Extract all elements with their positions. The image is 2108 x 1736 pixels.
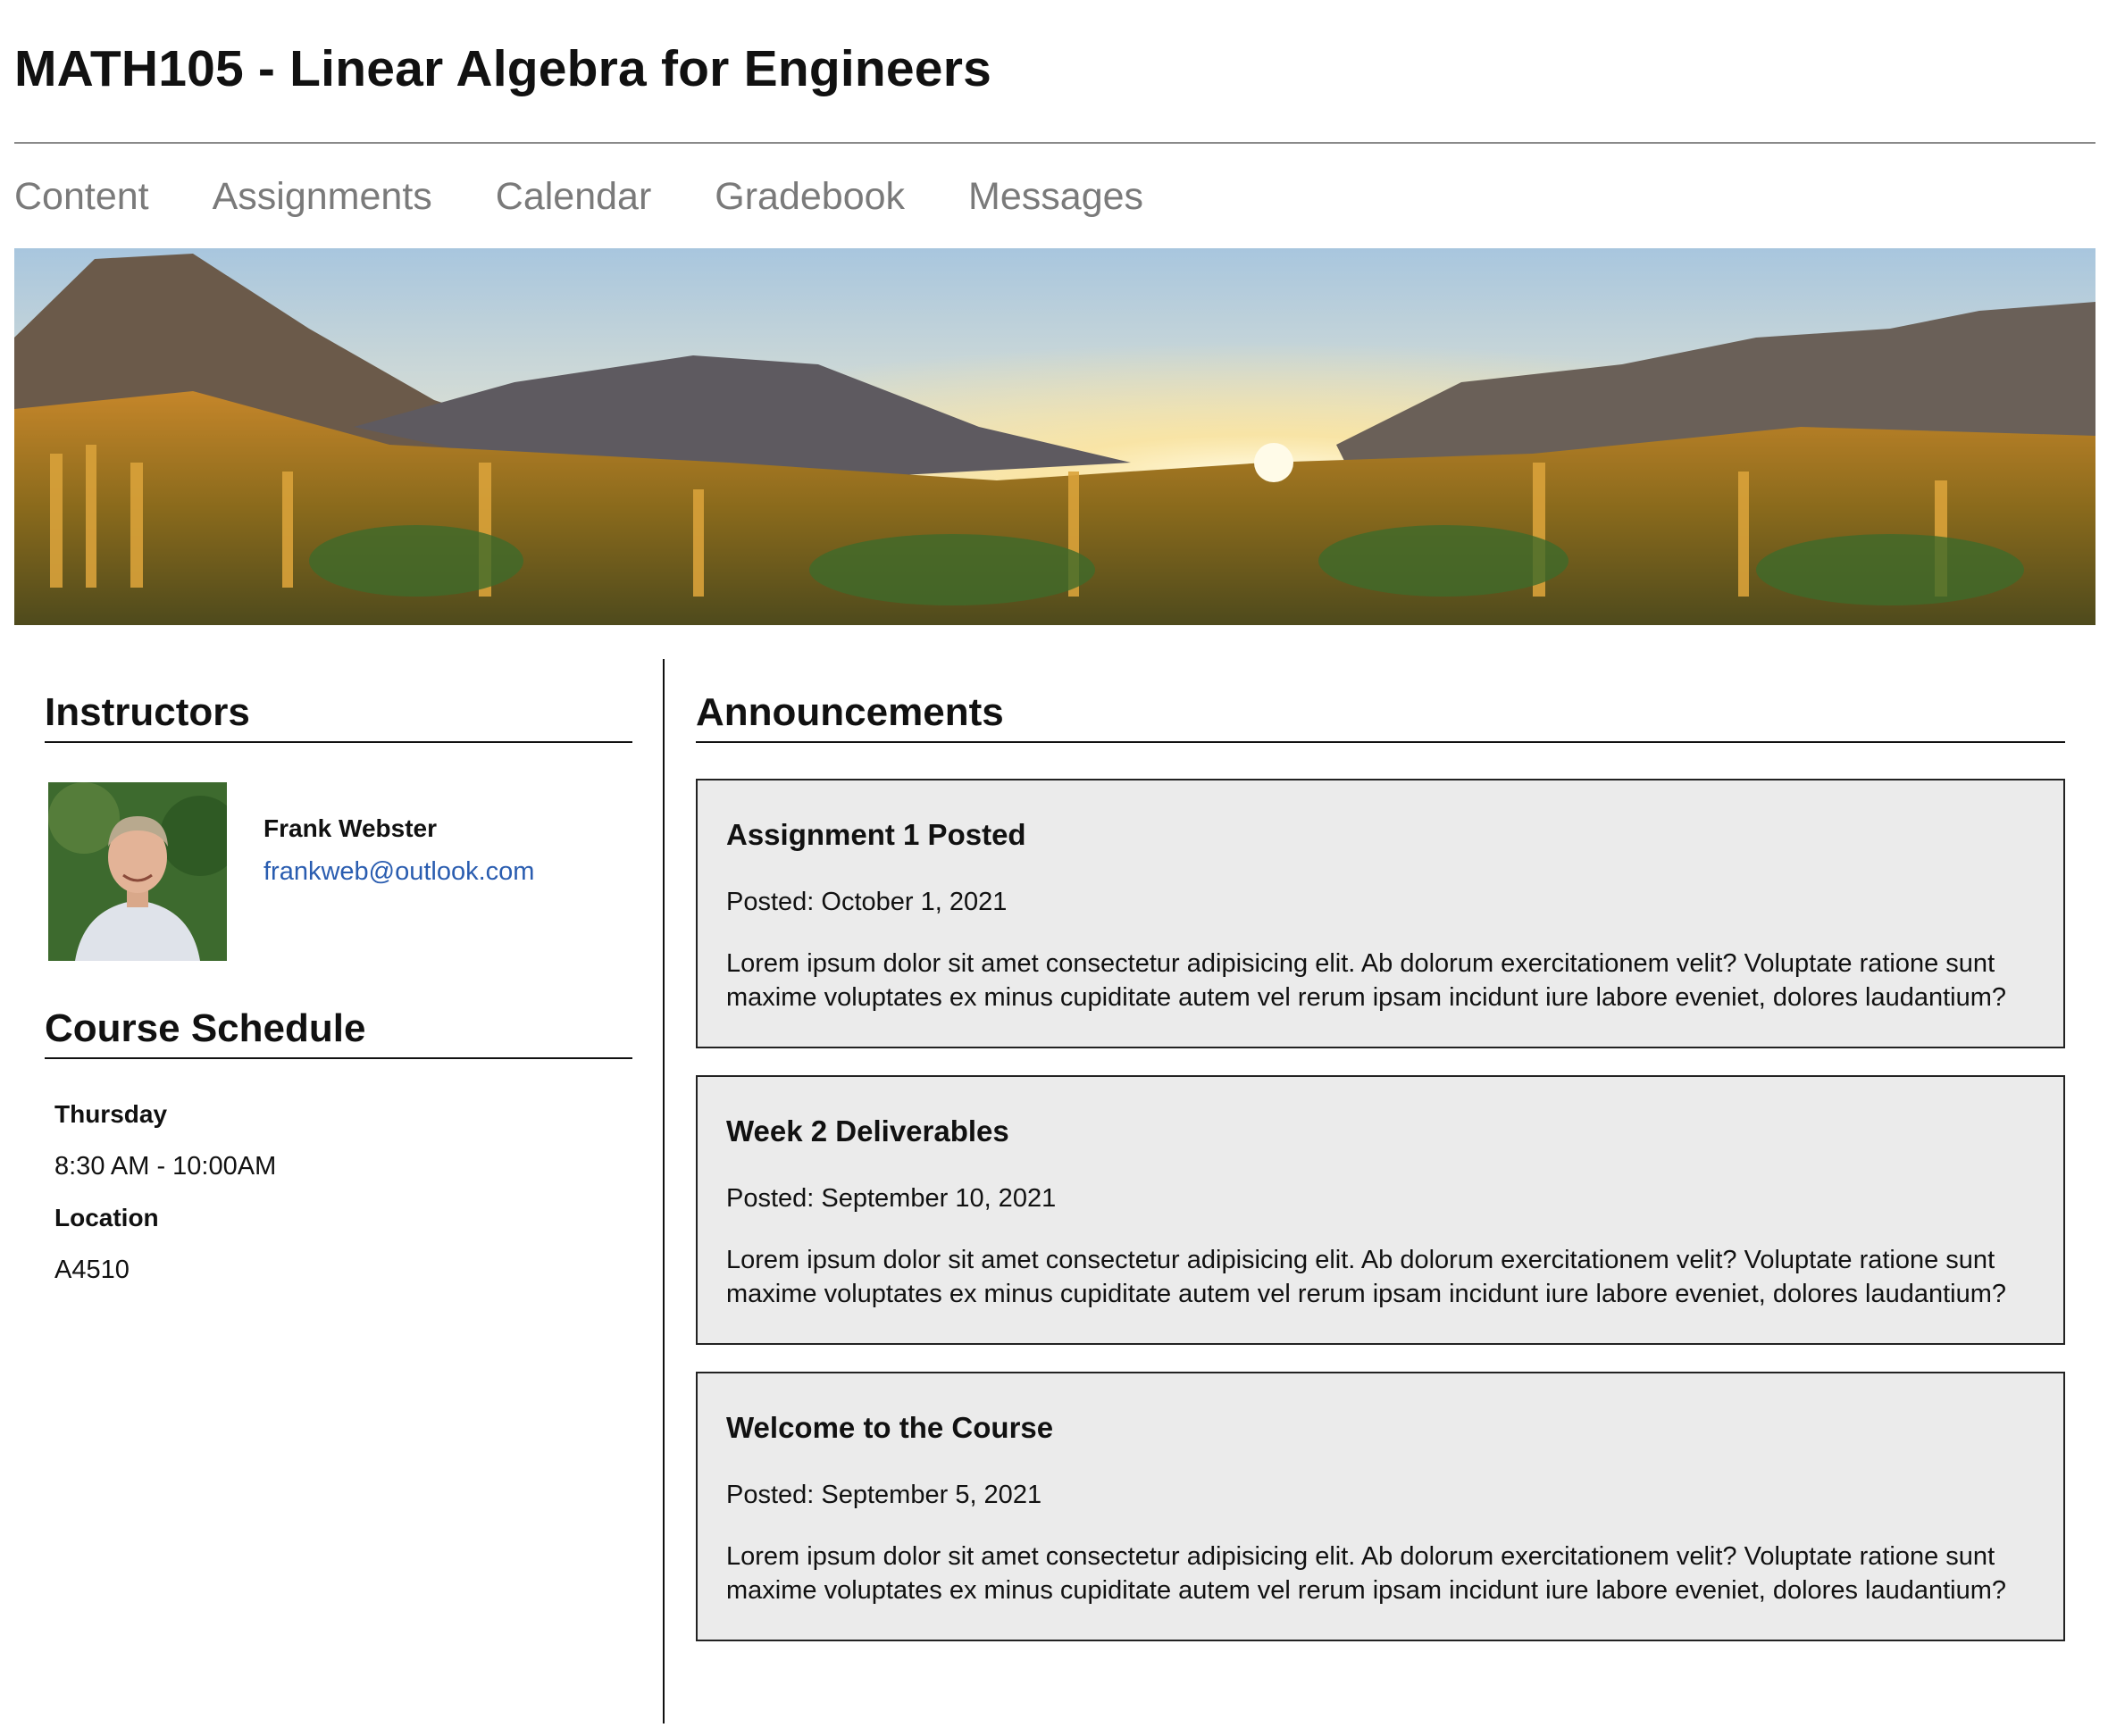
instructor-name: Frank Webster [264, 814, 437, 842]
nav-item-content[interactable]: Content [14, 170, 149, 223]
schedule-time: 8:30 AM - 10:00AM [54, 1152, 277, 1181]
course-schedule-heading: Course Schedule [45, 1004, 632, 1059]
announcements-list: Assignment 1 Posted Posted: October 1, 2… [696, 779, 2065, 1641]
announcement-body: Lorem ipsum dolor sit amet consectetur a… [726, 1542, 2007, 1605]
announcement-body: Lorem ipsum dolor sit amet consectetur a… [726, 1246, 2007, 1308]
right-column: Announcements Assignment 1 Posted Posted… [696, 688, 2065, 1668]
column-divider [663, 659, 665, 1723]
instructor-card: Frank Webster frankweb@outlook.com [45, 782, 632, 961]
nav-item-messages[interactable]: Messages [968, 170, 1143, 223]
announcement-card[interactable]: Week 2 Deliverables Posted: September 10… [696, 1075, 2065, 1345]
announcement-title: Assignment 1 Posted [726, 818, 1026, 851]
instructor-avatar [48, 782, 227, 961]
location-label: Location [54, 1204, 159, 1231]
nav-item-gradebook[interactable]: Gradebook [715, 170, 905, 223]
nav-item-calendar[interactable]: Calendar [496, 170, 652, 223]
announcement-title: Week 2 Deliverables [726, 1114, 1009, 1148]
announcement-card[interactable]: Welcome to the Course Posted: September … [696, 1372, 2065, 1641]
announcement-date: Posted: September 5, 2021 [726, 1481, 1042, 1509]
instructors-heading: Instructors [45, 688, 632, 743]
announcement-card[interactable]: Assignment 1 Posted Posted: October 1, 2… [696, 779, 2065, 1048]
location-value: A4510 [54, 1256, 130, 1284]
page-title: MATH105 - Linear Algebra for Engineers [14, 40, 991, 97]
announcement-date: Posted: September 10, 2021 [726, 1184, 1057, 1213]
course-nav: Content Assignments Calendar Gradebook M… [14, 170, 1207, 223]
instructor-email-link[interactable]: frankweb@outlook.com [264, 857, 534, 887]
schedule-details: Thursday 8:30 AM - 10:00AM Location A451… [45, 1098, 632, 1286]
announcement-date: Posted: October 1, 2021 [726, 888, 1008, 916]
left-column: Instructors Frank Webster frankweb@outlo… [45, 688, 632, 1306]
announcement-title: Welcome to the Course [726, 1411, 1054, 1444]
title-divider [14, 142, 2095, 144]
announcement-body: Lorem ipsum dolor sit amet consectetur a… [726, 949, 2007, 1012]
announcements-heading: Announcements [696, 688, 2065, 743]
nav-item-assignments[interactable]: Assignments [213, 170, 432, 223]
schedule-day-label: Thursday [54, 1100, 168, 1128]
course-banner-image [14, 248, 2095, 625]
